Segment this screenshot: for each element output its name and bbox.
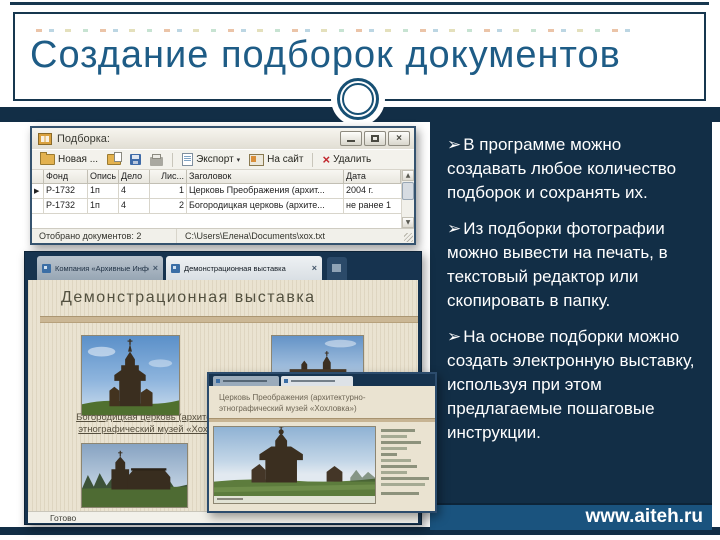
browser-tab[interactable]: Компания «Архивные Информац... × <box>37 256 163 280</box>
resize-grip[interactable] <box>404 233 413 242</box>
popup-divider <box>209 418 435 422</box>
photo-metadata-panel <box>376 426 432 504</box>
delete-button[interactable]: × Удалить <box>319 153 374 166</box>
exhibition-heading: Демонстрационная выставка <box>61 289 316 306</box>
bullet-text: На основе подборки можно создать электро… <box>447 327 695 442</box>
podborka-titlebar[interactable]: Подборка: × <box>32 128 414 149</box>
selected-count-label: Отобрано документов: 2 <box>32 229 177 243</box>
bullet-item: ➢ В программе можно создавать любое колич… <box>447 133 700 205</box>
site-icon <box>249 153 265 166</box>
printer-icon <box>150 153 164 166</box>
top-accent-line <box>10 2 709 5</box>
current-row-marker-icon: ▶ <box>32 184 44 199</box>
photo-caption: Церковь Преображения (архитектурно-этног… <box>219 393 366 413</box>
scrollbar-thumb[interactable] <box>402 182 414 200</box>
folder-add-icon <box>107 152 123 165</box>
minimize-button[interactable] <box>340 131 362 146</box>
church-photo-large[interactable] <box>213 426 376 504</box>
column-header[interactable]: Дело <box>119 170 150 184</box>
save-icon <box>130 154 142 165</box>
browser-tabstrip: Компания «Архивные Информац... × Демонст… <box>25 252 421 280</box>
documents-table: Фонд Опись Дело Лис... Заголовок Дата ▶ … <box>32 170 401 228</box>
maximize-button[interactable] <box>364 131 386 146</box>
favicon <box>42 263 51 273</box>
bullet-text: В программе можно создавать любое количе… <box>447 135 677 202</box>
church-photo-partial[interactable] <box>271 335 364 373</box>
save-button[interactable] <box>127 153 144 166</box>
page-divider <box>40 316 418 323</box>
bullet-item: ➢ Из подборки фотографии можно вывести на… <box>447 217 700 313</box>
photo-popup-window: Церковь Преображения (архитектурно-этног… <box>207 372 437 513</box>
arrow-bullet-icon: ➢ <box>447 219 462 239</box>
bullet-panel: ➢ В программе можно создавать любое колич… <box>430 107 712 503</box>
favicon <box>171 263 180 273</box>
new-tab-button[interactable] <box>327 257 347 280</box>
circle-ornament <box>337 78 379 120</box>
column-header[interactable]: Лис... <box>150 170 187 184</box>
browser-status-label: Готово <box>50 513 77 523</box>
new-folder-icon <box>40 152 55 165</box>
document-icon <box>182 153 194 166</box>
popup-tabstrip <box>209 374 435 386</box>
toolbar-separator <box>172 152 174 167</box>
bullet-item: ➢ На основе подборки можно создать электр… <box>447 325 700 445</box>
podborka-toolbar: Новая ... Экспорт ▾ На сайт × Удалить <box>32 149 414 170</box>
website-url: www.aiteh.ru <box>585 506 703 527</box>
file-path-label: C:\Users\Елена\Documents\хох.txt <box>185 231 326 241</box>
footer-url-band: www.aiteh.ru <box>430 503 712 530</box>
dropdown-caret-icon: ▾ <box>236 155 241 164</box>
table-row[interactable]: Р-1732 1п 4 2 Богородицкая церковь (архи… <box>32 199 401 214</box>
podborka-window: Подборка: × Новая ... Экспорт ▾ На сайт ×… <box>30 126 416 245</box>
browser-tab-active[interactable]: Демонстрационная выставка × <box>166 256 322 280</box>
church-photo-2[interactable] <box>81 443 188 508</box>
app-icon <box>38 132 52 145</box>
page-title: Создание подборок документов <box>30 34 621 76</box>
popup-tab[interactable] <box>213 376 279 386</box>
church-photo-1[interactable] <box>81 335 180 416</box>
to-site-button[interactable]: На сайт <box>246 153 306 167</box>
photo-caption-strip <box>214 496 375 503</box>
close-button[interactable]: × <box>388 131 410 146</box>
arrow-bullet-icon: ➢ <box>447 327 462 347</box>
delete-x-icon: × <box>322 152 331 167</box>
add-button[interactable] <box>104 152 124 166</box>
popup-tab-active[interactable] <box>281 376 353 386</box>
new-collection-button[interactable]: Новая ... <box>37 152 101 166</box>
column-header[interactable]: Дата <box>344 170 401 184</box>
toolbar-separator <box>312 152 314 167</box>
podborka-statusbar: Отобрано документов: 2 C:\Users\Елена\Do… <box>32 228 414 243</box>
arrow-bullet-icon: ➢ <box>447 135 462 155</box>
window-title: Подборка: <box>57 132 110 145</box>
decorative-dash-strip <box>36 29 632 32</box>
column-header[interactable]: Опись <box>88 170 119 184</box>
vertical-scrollbar[interactable]: ▲ ▼ <box>401 170 414 228</box>
column-header[interactable]: Заголовок <box>187 170 344 184</box>
tab-close-icon[interactable]: × <box>312 263 317 273</box>
slide-root: Создание подборок документов ➢ В программ… <box>0 0 720 540</box>
print-button[interactable] <box>147 153 166 167</box>
column-header[interactable]: Фонд <box>44 170 88 184</box>
bullet-text: Из подборки фотографии можно вывести на … <box>447 219 668 310</box>
tab-close-icon[interactable]: × <box>153 263 158 273</box>
table-row[interactable]: ▶ Р-1732 1п 4 1 Церковь Преображения (ар… <box>32 184 401 199</box>
export-button[interactable]: Экспорт ▾ <box>179 152 243 167</box>
scroll-up-icon[interactable]: ▲ <box>402 170 414 181</box>
scroll-down-icon[interactable]: ▼ <box>402 217 414 228</box>
table-header-row: Фонд Опись Дело Лис... Заголовок Дата <box>32 170 401 184</box>
